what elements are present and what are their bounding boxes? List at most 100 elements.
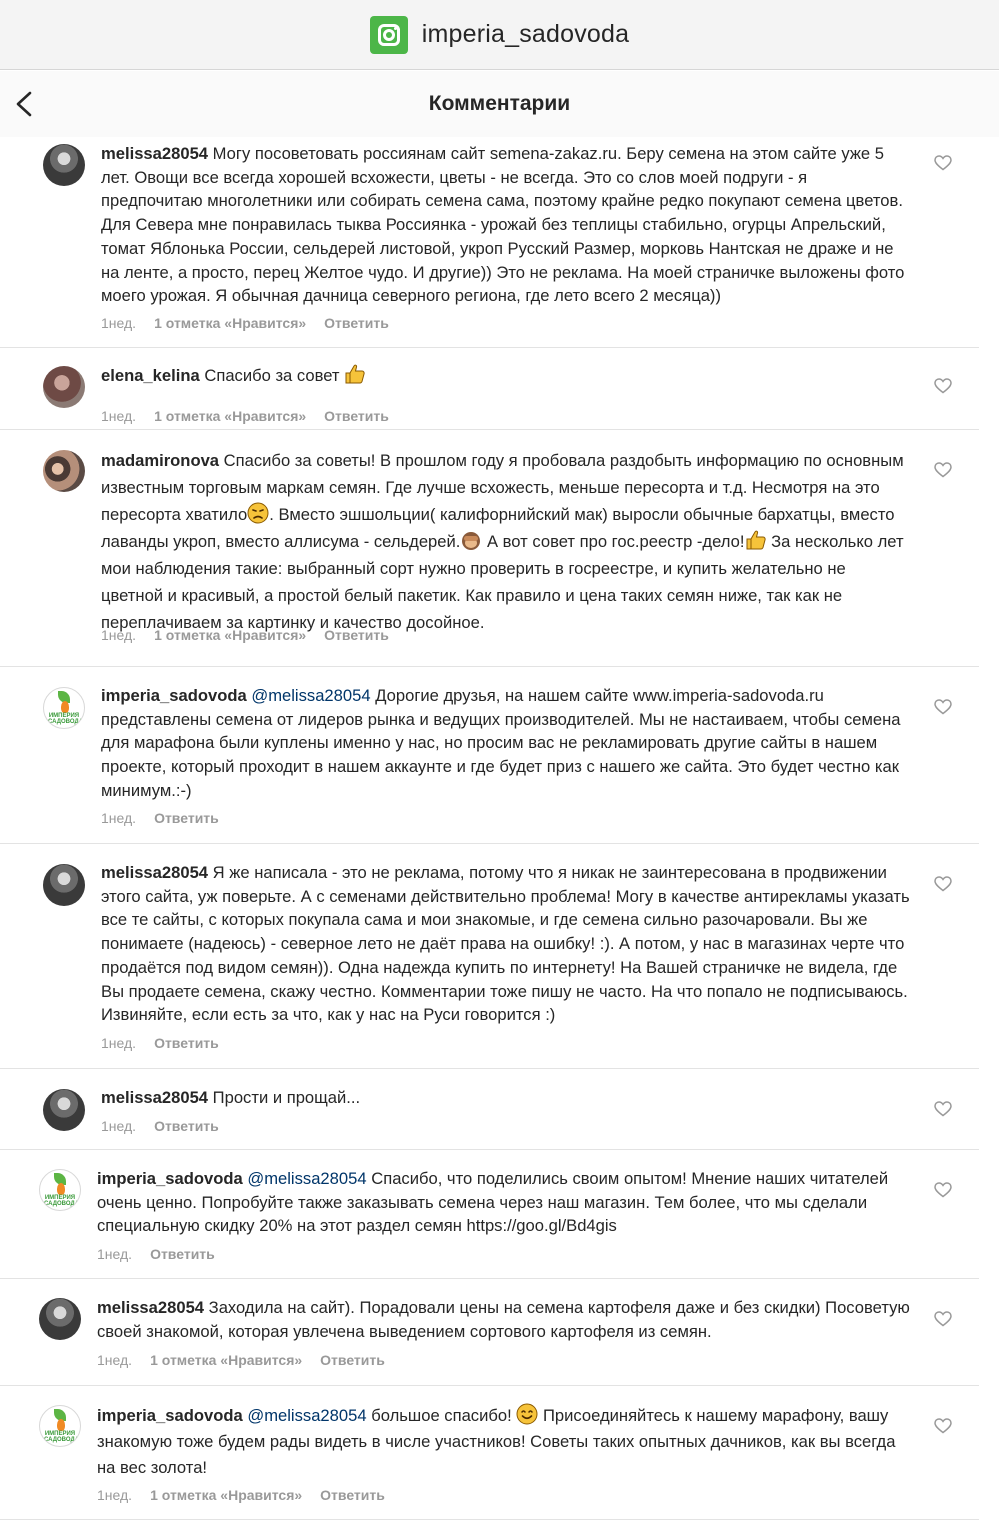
comment-item: melissa28054 Могу посоветовать россиянам… (0, 137, 979, 348)
heart-outline-icon[interactable] (934, 699, 952, 715)
comment-meta: 1нед. 1 отметка «Нравится» Ответить (97, 1352, 385, 1368)
heart-outline-icon[interactable] (934, 155, 952, 171)
comment-text: большое спасибо! (371, 1406, 512, 1425)
comment-time: 1нед. (101, 315, 137, 331)
confused-face-emoji-icon (247, 502, 269, 524)
page-title: Комментарии (428, 92, 571, 115)
comment-list: melissa28054 Могу посоветовать россиянам… (0, 137, 999, 1520)
comment-username[interactable]: melissa28054 (101, 863, 208, 882)
comment-item: melissa28054 Я же написала - это не рекл… (0, 844, 979, 1069)
avatar[interactable] (43, 450, 85, 492)
likes-count[interactable]: 1 отметка «Нравится» (154, 408, 306, 424)
comment-item: elena_kelina Спасибо за совет 1нед. 1 отм… (0, 348, 979, 430)
comment-meta: 1нед. 1 отметка «Нравится» Ответить (97, 1487, 385, 1503)
brand-avatar-text: ИМПЕРИЯ САДОВОДА (44, 1195, 80, 1207)
heart-outline-icon[interactable] (934, 1418, 952, 1434)
likes-count[interactable]: 1 отметка «Нравится» (150, 1487, 302, 1503)
comments-header: Комментарии (0, 71, 999, 137)
avatar[interactable]: ИМПЕРИЯ САДОВОДА (39, 1169, 81, 1211)
comment-username[interactable]: imperia_sadovoda (101, 686, 247, 705)
comment-item: melissa28054 Заходила на сайт). Порадова… (0, 1279, 979, 1386)
heart-outline-icon[interactable] (934, 462, 952, 478)
see-no-evil-monkey-emoji-icon (462, 532, 481, 550)
reply-button[interactable]: Ответить (324, 627, 389, 643)
comment-text: Прости и прощай... (212, 1088, 361, 1107)
comment-time: 1нед. (97, 1352, 133, 1368)
comment-body: elena_kelina Спасибо за совет (101, 363, 911, 388)
comment-username[interactable]: imperia_sadovoda (97, 1169, 243, 1188)
comment-body: melissa28054 Прости и прощай... (101, 1086, 911, 1110)
instagram-icon (369, 15, 408, 54)
chevron-left-icon[interactable] (14, 91, 38, 117)
comment-username[interactable]: elena_kelina (101, 366, 200, 385)
comment-body: melissa28054 Я же написала - это не рекл… (101, 861, 911, 1027)
comment-meta: 1нед. Ответить (101, 1118, 219, 1134)
avatar[interactable] (43, 1089, 85, 1131)
comment-mention[interactable]: @melissa28054 (247, 1406, 366, 1425)
comment-item: ИМПЕРИЯ САДОВОДА imperia_sadovoda @melis… (0, 1150, 979, 1279)
comment-meta: 1нед. Ответить (97, 1246, 215, 1262)
thumbs-up-emoji-icon (345, 364, 365, 384)
comment-item: madamironova Спасибо за советы! В прошло… (0, 430, 979, 667)
avatar[interactable]: ИМПЕРИЯ САДОВОДА (39, 1405, 81, 1447)
comment-time: 1нед. (97, 1246, 133, 1262)
comment-mention[interactable]: @melissa28054 (251, 686, 370, 705)
avatar[interactable] (39, 1298, 81, 1340)
likes-count[interactable]: 1 отметка «Нравится» (154, 627, 306, 643)
account-name[interactable]: imperia_sadovoda (422, 20, 630, 49)
reply-button[interactable]: Ответить (324, 315, 389, 331)
heart-outline-icon[interactable] (934, 378, 952, 394)
avatar[interactable] (43, 144, 85, 186)
comment-body: melissa28054 Заходила на сайт). Порадова… (97, 1296, 911, 1343)
heart-outline-icon[interactable] (934, 1182, 952, 1198)
comment-username[interactable]: melissa28054 (101, 1088, 208, 1107)
avatar[interactable] (43, 864, 85, 906)
comment-meta: 1нед. 1 отметка «Нравится» Ответить (101, 627, 389, 643)
comment-meta: 1нед. 1 отметка «Нравится» Ответить (101, 315, 389, 331)
comment-username[interactable]: imperia_sadovoda (97, 1406, 243, 1425)
brand-avatar-text: ИМПЕРИЯ САДОВОДА (48, 713, 84, 725)
reply-button[interactable]: Ответить (150, 1246, 215, 1262)
heart-outline-icon[interactable] (934, 1101, 952, 1117)
reply-button[interactable]: Ответить (320, 1487, 385, 1503)
comment-time: 1нед. (101, 1118, 137, 1134)
comment-meta: 1нед. 1 отметка «Нравится» Ответить (101, 408, 389, 424)
comment-username[interactable]: melissa28054 (101, 144, 208, 163)
comment-body: madamironova Спасибо за советы! В прошло… (101, 447, 911, 636)
comment-body: imperia_sadovoda @melissa28054 Дорогие д… (101, 684, 911, 803)
comment-text: Я же написала - это не реклама, потому ч… (101, 863, 910, 1025)
comment-item: ИМПЕРИЯ САДОВОДА imperia_sadovoda @melis… (0, 1386, 979, 1520)
comment-text: Спасибо за совет (204, 366, 340, 385)
avatar[interactable]: ИМПЕРИЯ САДОВОДА (43, 687, 85, 729)
reply-button[interactable]: Ответить (154, 810, 219, 826)
comment-item: ИМПЕРИЯ САДОВОДА imperia_sadovoda @melis… (0, 667, 979, 844)
reply-button[interactable]: Ответить (320, 1352, 385, 1368)
comment-text: Заходила на сайт). Порадовали цены на се… (97, 1298, 910, 1341)
comment-time: 1нед. (97, 1487, 133, 1503)
app-header: imperia_sadovoda (0, 0, 999, 70)
thumbs-up-emoji-icon (746, 530, 766, 550)
heart-outline-icon[interactable] (934, 876, 952, 892)
comment-body: imperia_sadovoda @melissa28054 большое с… (97, 1403, 911, 1481)
comment-username[interactable]: madamironova (101, 451, 219, 470)
comment-text: Могу посоветовать россиянам сайт semena-… (101, 144, 905, 306)
comment-text: А вот совет про гос.реестр -дело! (482, 532, 745, 551)
smiling-face-emoji-icon (516, 1403, 538, 1425)
likes-count[interactable]: 1 отметка «Нравится» (154, 315, 306, 331)
heart-outline-icon[interactable] (934, 1311, 952, 1327)
reply-button[interactable]: Ответить (154, 1118, 219, 1134)
comment-time: 1нед. (101, 1035, 137, 1051)
comment-time: 1нед. (101, 408, 137, 424)
comment-mention[interactable]: @melissa28054 (247, 1169, 366, 1188)
comment-username[interactable]: melissa28054 (97, 1298, 204, 1317)
likes-count[interactable]: 1 отметка «Нравится» (150, 1352, 302, 1368)
comment-meta: 1нед. Ответить (101, 1035, 219, 1051)
comment-time: 1нед. (101, 627, 137, 643)
brand-avatar-text: ИМПЕРИЯ САДОВОДА (44, 1431, 80, 1443)
comment-body: imperia_sadovoda @melissa28054 Спасибо, … (97, 1167, 911, 1238)
reply-button[interactable]: Ответить (154, 1035, 219, 1051)
comment-body: melissa28054 Могу посоветовать россиянам… (101, 142, 911, 308)
reply-button[interactable]: Ответить (324, 408, 389, 424)
avatar[interactable] (43, 366, 85, 408)
comment-meta: 1нед. Ответить (101, 810, 219, 826)
